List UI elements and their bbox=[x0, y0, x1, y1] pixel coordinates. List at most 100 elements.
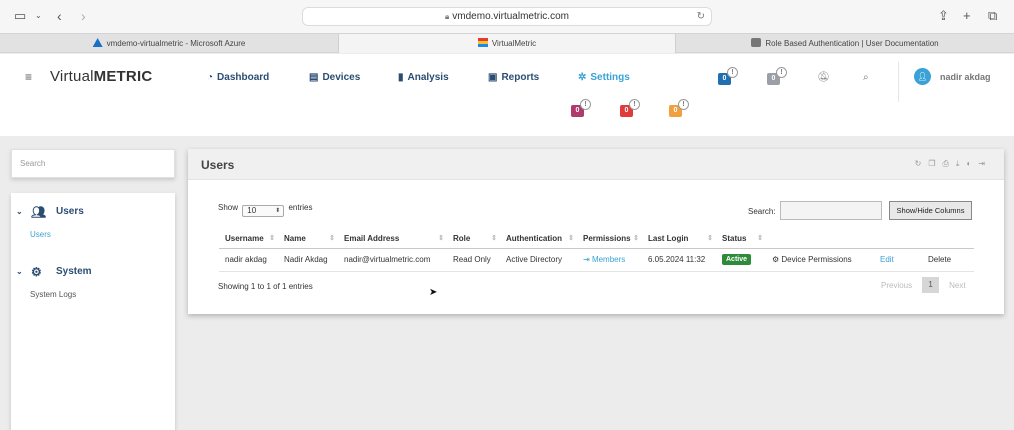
sort-icon: ⇕ bbox=[491, 235, 497, 242]
sign-in-icon: ⇥ bbox=[583, 255, 592, 264]
users-icon: 👥︎ bbox=[31, 205, 47, 219]
nav-label: Devices bbox=[322, 72, 361, 83]
alert-badge-red[interactable]: 0! bbox=[620, 99, 640, 117]
user-name[interactable]: nadir akdag bbox=[940, 72, 991, 82]
tab-bar: vmdemo-virtualmetric - Microsoft Azure V… bbox=[0, 33, 1014, 53]
sidebar-item-users[interactable]: Users bbox=[30, 230, 51, 239]
users-table: Username ⇕ Name ⇕ Email Address ⇕ Role ⇕ Aut… bbox=[219, 229, 974, 272]
show-hide-columns-button[interactable]: Show/Hide Columns bbox=[889, 201, 972, 220]
tab-label: Role Based Authentication | User Documen… bbox=[765, 39, 939, 48]
sort-icon: ⇕ bbox=[568, 235, 574, 242]
new-tab-icon[interactable]: + bbox=[963, 9, 971, 23]
reload-icon[interactable]: ↻ bbox=[697, 8, 705, 25]
nav-dashboard[interactable]: ◔ Dashboard bbox=[207, 72, 269, 83]
archive-icon: ▣ bbox=[488, 72, 498, 83]
cell-permissions: ⇥ Members bbox=[577, 248, 642, 272]
entries-select[interactable]: 10 ⬍ bbox=[242, 205, 285, 217]
back-icon[interactable]: ‹ bbox=[57, 9, 62, 23]
tab-documentation[interactable]: Role Based Authentication | User Documen… bbox=[676, 34, 1014, 53]
table-search-input[interactable] bbox=[780, 201, 882, 220]
forward-icon[interactable]: › bbox=[81, 9, 86, 23]
nav-analysis[interactable]: ▮ Analysis bbox=[398, 72, 449, 83]
badge-dot: ! bbox=[580, 99, 591, 110]
sidebar-group-label: System bbox=[56, 266, 92, 277]
chevron-down-icon[interactable]: ⌄ bbox=[35, 9, 42, 23]
tab-overview-icon[interactable]: ⧉ bbox=[988, 9, 997, 23]
edit-link[interactable]: Edit bbox=[880, 255, 894, 264]
alert-badge-orange[interactable]: 0! bbox=[669, 99, 689, 117]
user-avatar-icon[interactable]: 👤︎ bbox=[914, 68, 931, 85]
badge-count: 0 bbox=[673, 107, 678, 114]
column-header-authentication[interactable]: Authentication ⇕ bbox=[500, 229, 577, 249]
pin-icon[interactable]: ⇥ bbox=[978, 159, 992, 168]
column-header-name[interactable]: Name ⇕ bbox=[278, 229, 338, 249]
menu-icon[interactable]: ≡ bbox=[25, 70, 32, 84]
alert-badge-magenta[interactable]: 0! bbox=[571, 99, 591, 117]
sidebar-group-users[interactable]: ⌄ 👥︎ Users bbox=[11, 205, 175, 220]
refresh-icon[interactable]: ↻ bbox=[915, 159, 929, 168]
page-1-button[interactable]: 1 bbox=[922, 277, 940, 293]
cell-role: Read Only bbox=[447, 248, 500, 272]
search-label: Search: bbox=[748, 207, 776, 216]
sidebar-search-input[interactable]: Search bbox=[11, 149, 175, 178]
cell-last-login: 6.05.2024 11:32 bbox=[642, 248, 716, 272]
column-header-role[interactable]: Role ⇕ bbox=[447, 229, 500, 249]
gear-icon: ✲ bbox=[578, 72, 587, 83]
column-header-last-login[interactable]: Last Login ⇕ bbox=[642, 229, 716, 249]
column-header-email[interactable]: Email Address ⇕ bbox=[338, 229, 447, 249]
device-permissions-label: Device Permissions bbox=[781, 255, 852, 264]
nav-settings[interactable]: ✲ Settings bbox=[578, 72, 630, 83]
nav-devices[interactable]: ▤ Devices bbox=[309, 72, 360, 83]
cell-name: Nadir Akdag bbox=[278, 248, 338, 272]
sidebar-group-label: Users bbox=[56, 206, 84, 217]
device-permissions-button[interactable]: ⚙ Device Permissions bbox=[772, 255, 852, 264]
alert-badge-blue[interactable]: 0! bbox=[718, 67, 738, 85]
sidebar-item-system-logs[interactable]: System Logs bbox=[30, 290, 76, 299]
logo-part1: Virtual bbox=[50, 68, 94, 85]
download-icon[interactable]: ⤓ bbox=[956, 159, 967, 168]
server-icon: ▤ bbox=[309, 72, 319, 83]
address-bar[interactable]: 🔒︎ vmdemo.virtualmetric.com ↻ bbox=[302, 7, 712, 26]
previous-button[interactable]: Previous bbox=[881, 281, 912, 290]
table-info: Showing 1 to 1 of 1 entries bbox=[218, 282, 313, 291]
panel-toolbar: ↻❐⎙⤓◐⇥ bbox=[915, 159, 992, 169]
sort-icon: ⇕ bbox=[707, 235, 713, 242]
lock-icon: 🔒︎ bbox=[445, 12, 450, 21]
tab-label: vmdemo-virtualmetric - Microsoft Azure bbox=[106, 39, 246, 48]
print-icon[interactable]: ⎙ bbox=[943, 159, 956, 168]
url-text: vmdemo.virtualmetric.com bbox=[452, 11, 569, 22]
sort-icon: ⇕ bbox=[757, 235, 763, 242]
column-header-status[interactable]: Status ⇕ bbox=[716, 229, 766, 249]
table-row: nadir akdag Nadir Akdag nadir@virtualmet… bbox=[219, 248, 974, 272]
chevron-down-icon: ⌄ bbox=[16, 267, 23, 276]
table-header-row: Username ⇕ Name ⇕ Email Address ⇕ Role ⇕ Aut… bbox=[219, 229, 974, 249]
entries-length-control: Show 10 ⬍ entries bbox=[218, 203, 313, 217]
column-label: Permissions bbox=[583, 233, 631, 243]
copy-icon[interactable]: ❐ bbox=[928, 159, 942, 168]
nav-reports[interactable]: ▣ Reports bbox=[488, 72, 539, 83]
badge-dot: ! bbox=[629, 99, 640, 110]
share-icon[interactable]: ⇪ bbox=[938, 9, 949, 23]
header-divider bbox=[898, 62, 899, 102]
bell-off-icon[interactable]: 🔕︎ bbox=[817, 72, 830, 83]
users-panel: Users ↻❐⎙⤓◐⇥ Show 10 ⬍ entries Search: Sh… bbox=[188, 149, 1004, 314]
sort-icon: ⇕ bbox=[438, 235, 444, 242]
column-header-username[interactable]: Username ⇕ bbox=[219, 229, 278, 249]
badge-count: 0 bbox=[575, 107, 580, 114]
next-button[interactable]: Next bbox=[949, 281, 965, 290]
azure-icon bbox=[92, 38, 103, 47]
tab-virtualmetric[interactable]: VirtualMetric bbox=[338, 34, 676, 53]
sidebar-toggle-icon[interactable]: ▭ bbox=[14, 9, 26, 23]
column-header-permissions[interactable]: Permissions ⇕ bbox=[577, 229, 642, 249]
app-header: ≡ VirtualMETRIC ◔ Dashboard ▤ Devices ▮ Ana… bbox=[0, 54, 1014, 136]
members-link[interactable]: ⇥ Members bbox=[583, 255, 625, 264]
tab-azure[interactable]: vmdemo-virtualmetric - Microsoft Azure bbox=[0, 34, 338, 53]
search-icon[interactable]: ⌕ bbox=[863, 72, 869, 83]
badge-count: 0 bbox=[624, 107, 629, 114]
sidebar-group-system[interactable]: ⌄ ⚙ System bbox=[11, 265, 175, 280]
toggle-icon[interactable]: ◐ bbox=[966, 159, 978, 168]
delete-link[interactable]: Delete bbox=[928, 255, 951, 264]
alert-badge-gray[interactable]: 0! bbox=[767, 67, 787, 85]
entries-value: 10 bbox=[247, 206, 257, 215]
logo-part2: METRIC bbox=[93, 68, 153, 85]
